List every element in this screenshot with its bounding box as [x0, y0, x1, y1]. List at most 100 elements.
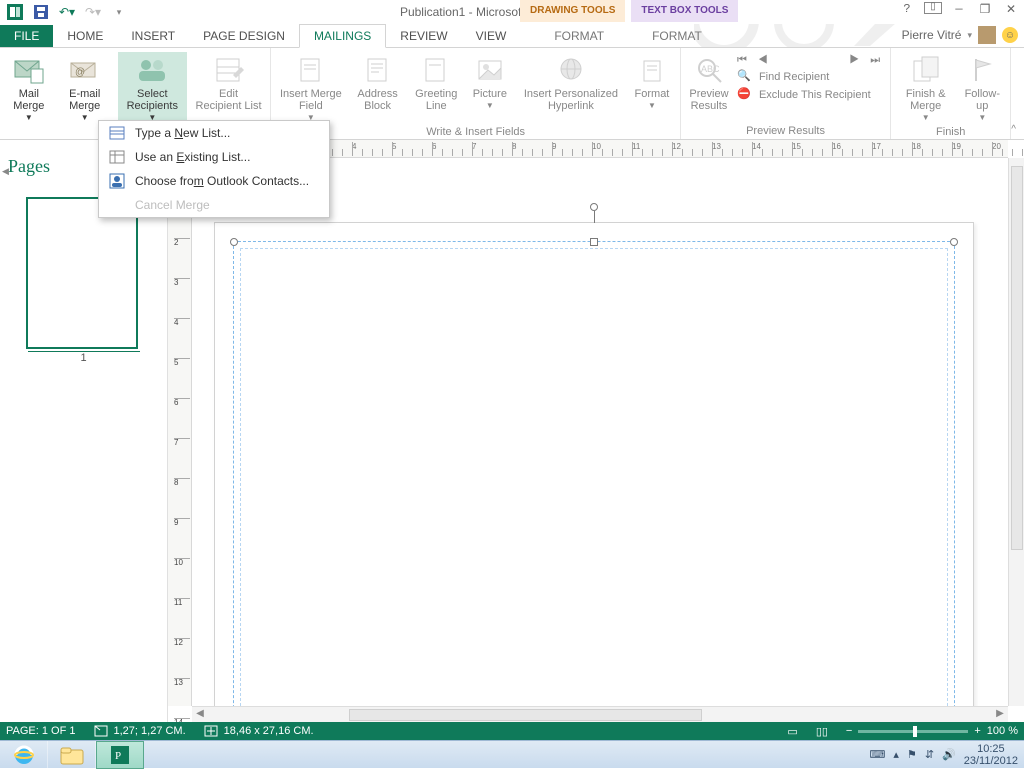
format-icon: [636, 54, 668, 86]
tray-volume-icon[interactable]: 🔊: [942, 748, 956, 761]
group-finish-label: Finish: [897, 124, 1004, 138]
user-name[interactable]: Pierre Vitré: [902, 28, 962, 42]
vertical-scrollbar[interactable]: [1008, 158, 1024, 706]
minimize-button[interactable]: —: [950, 2, 968, 17]
find-recipient-button: 🔍Find Recipient: [737, 69, 884, 85]
contextual-tab-drawing: DRAWING TOOLS: [520, 0, 625, 22]
close-button[interactable]: ✕: [1002, 2, 1020, 17]
menu-use-existing-list[interactable]: Use an Existing List...: [99, 145, 329, 169]
tab-file[interactable]: FILE: [0, 25, 53, 47]
preview-results-button: ABCPreview Results: [687, 52, 731, 112]
hscroll-thumb[interactable]: [349, 709, 702, 721]
exclude-icon: ⛔: [737, 87, 753, 103]
restore-button[interactable]: ❐: [976, 2, 994, 17]
picture-icon: [474, 54, 506, 86]
tab-page-design[interactable]: PAGE DESIGN: [189, 25, 299, 47]
scroll-right-button[interactable]: ▶: [992, 708, 1008, 722]
zoom-in-button[interactable]: +: [974, 725, 980, 737]
menu-cancel-merge: Cancel Merge: [99, 193, 329, 217]
tab-insert[interactable]: INSERT: [117, 25, 189, 47]
zoom-out-button[interactable]: −: [846, 725, 852, 737]
view-single-page-button[interactable]: ▭: [787, 725, 797, 738]
page-thumbnail-1[interactable]: [26, 197, 138, 349]
tab-drawing-format[interactable]: FORMAT: [540, 25, 618, 47]
contacts-icon: [109, 173, 125, 189]
zoom-level[interactable]: 100 %: [987, 725, 1018, 737]
zoom-slider[interactable]: [858, 730, 968, 733]
status-page[interactable]: PAGE: 1 OF 1: [6, 725, 76, 737]
taskbar-ie-button[interactable]: [0, 741, 48, 769]
mail-merge-button[interactable]: Mail Merge▼: [6, 52, 52, 124]
exclude-recipient-button: ⛔Exclude This Recipient: [737, 87, 884, 103]
select-recipients-button[interactable]: Select Recipients▼: [118, 52, 187, 124]
resize-handle-n[interactable]: [590, 238, 598, 246]
ribbon-display-button[interactable]: ▯: [924, 2, 942, 14]
collapse-ribbon-button[interactable]: ^: [1011, 124, 1024, 139]
help-button[interactable]: ?: [898, 2, 916, 17]
vertical-ruler[interactable]: 01234567891011121314: [168, 158, 192, 706]
emoji-status-icon[interactable]: ☺: [1002, 27, 1018, 43]
edit-recipient-list-button: Edit Recipient List: [193, 52, 264, 124]
text-box[interactable]: [233, 241, 955, 722]
contextual-tab-textbox: TEXT BOX TOOLS: [631, 0, 738, 22]
tab-mailings[interactable]: MAILINGS: [299, 24, 386, 48]
vscroll-thumb[interactable]: [1011, 166, 1023, 550]
position-icon: [94, 725, 108, 737]
rotation-handle[interactable]: [590, 203, 598, 211]
publication-page[interactable]: [214, 222, 974, 722]
select-recipients-label: Select Recipients: [120, 88, 185, 112]
finish-merge-button: Finish & Merge▼: [897, 52, 954, 124]
tab-textbox-format[interactable]: FORMAT: [638, 25, 716, 47]
greeting-line-button: Greeting Line: [411, 52, 462, 124]
resize-handle-nw[interactable]: [230, 238, 238, 246]
select-recipients-menu: Type a New List... Use an Existing List.…: [98, 120, 330, 218]
qat-customize-button[interactable]: ▾: [108, 1, 130, 23]
svg-text:ABC: ABC: [701, 64, 720, 74]
tray-show-hidden-button[interactable]: ▴: [893, 748, 899, 761]
tray-clock[interactable]: 10:25 23/11/2012: [964, 743, 1018, 767]
select-recipients-icon: [136, 54, 168, 86]
windows-taskbar: P ⌨ ▴ ⚑ ⇵ 🔊 10:25 23/11/2012: [0, 740, 1024, 768]
svg-text:@: @: [75, 67, 85, 78]
taskbar-publisher-button[interactable]: P: [96, 741, 144, 769]
canvas-area[interactable]: 012345678910111213141516171819202122 012…: [168, 140, 1024, 722]
search-icon: 🔍: [737, 69, 753, 85]
follow-up-button: Follow-up▼: [960, 52, 1004, 124]
collapse-pages-button[interactable]: ◀: [2, 166, 9, 177]
tab-home[interactable]: HOME: [53, 25, 117, 47]
tab-view[interactable]: VIEW: [462, 25, 521, 47]
scroll-left-button[interactable]: ◀: [192, 708, 208, 722]
email-merge-button[interactable]: @ E-mail Merge▼: [58, 52, 112, 124]
tab-review[interactable]: REVIEW: [386, 25, 461, 47]
menu-type-new-list[interactable]: Type a New List...: [99, 121, 329, 145]
menu-choose-outlook[interactable]: Choose from Outlook Contacts...: [99, 169, 329, 193]
qat-redo-button[interactable]: ↷▾: [82, 1, 104, 23]
tray-flag-icon[interactable]: ⚑: [907, 748, 917, 761]
taskbar-explorer-button[interactable]: [48, 741, 96, 769]
format-button: Format▼: [630, 52, 674, 124]
new-list-icon: [109, 125, 125, 141]
insert-merge-field-icon: [295, 54, 327, 86]
existing-list-icon: [109, 149, 125, 165]
insert-personalized-hyperlink-button: Insert Personalized Hyperlink: [518, 52, 624, 124]
tray-keyboard-icon[interactable]: ⌨: [870, 748, 886, 761]
address-block-button: Address Block: [351, 52, 405, 124]
qat-undo-button[interactable]: ↶▾: [56, 1, 78, 23]
email-merge-label: E-mail Merge: [60, 88, 110, 112]
tray-network-icon[interactable]: ⇵: [925, 748, 934, 761]
user-menu-caret[interactable]: ▾: [967, 30, 972, 41]
size-icon: [204, 725, 218, 737]
avatar[interactable]: [978, 26, 996, 44]
resize-handle-ne[interactable]: [950, 238, 958, 246]
horizontal-scrollbar[interactable]: ◀ ▶: [192, 706, 1008, 722]
status-bar: PAGE: 1 OF 1 1,27; 1,27 CM. 18,46 x 27,1…: [0, 722, 1024, 740]
qat-save-button[interactable]: [30, 1, 52, 23]
view-two-page-button[interactable]: ▯▯: [816, 725, 828, 738]
edit-recipient-list-icon: [213, 54, 245, 86]
mail-merge-label: Mail Merge: [8, 88, 50, 112]
page-thumbnail-number: 1: [28, 351, 140, 364]
group-preview-label: Preview Results: [687, 123, 884, 137]
finish-merge-icon: [910, 54, 942, 86]
pages-pane: Pages ◀ 1: [0, 140, 168, 722]
greeting-line-icon: [420, 54, 452, 86]
